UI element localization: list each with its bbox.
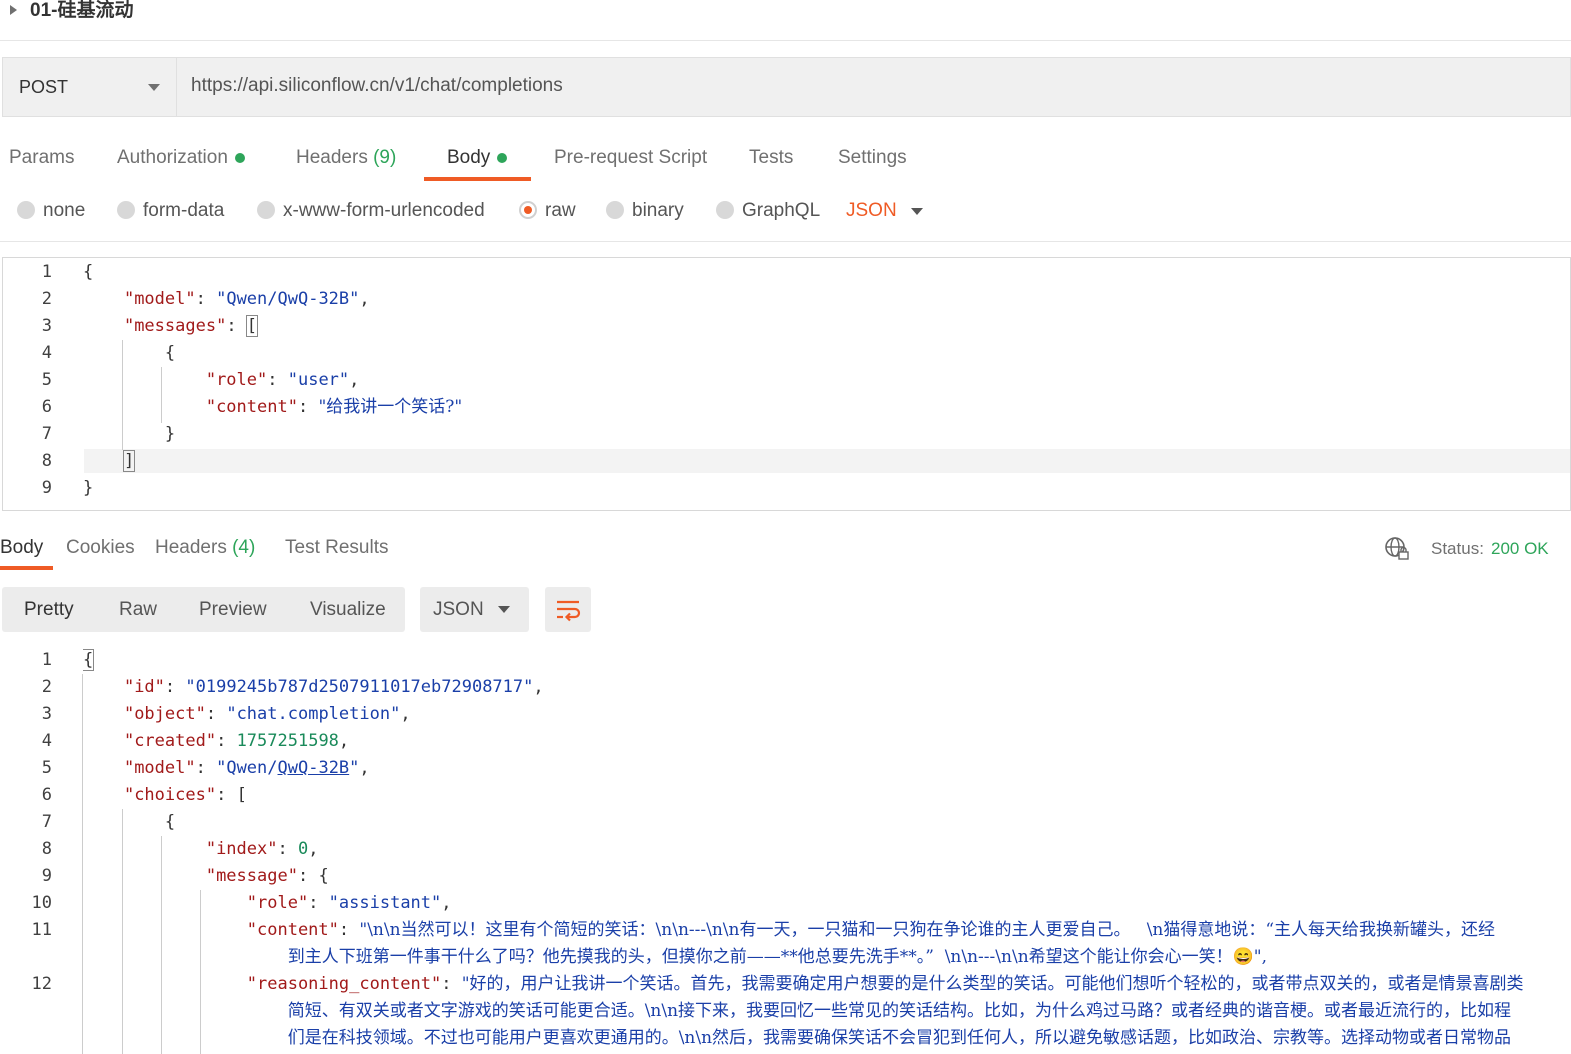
radio-raw-label: raw xyxy=(545,200,576,221)
radio-circle-icon xyxy=(17,201,35,219)
radio-circle-icon xyxy=(606,201,624,219)
url-bar: POST https://api.siliconflow.cn/v1/chat/… xyxy=(2,57,1571,117)
raw-format-select[interactable]: JSON xyxy=(846,200,897,222)
radio-form-data-label: form-data xyxy=(143,200,225,221)
radio-binary[interactable]: binary xyxy=(606,200,684,222)
wrap-lines-button[interactable] xyxy=(545,587,591,632)
tab-body[interactable]: Body xyxy=(447,147,508,169)
headers-count: (9) xyxy=(373,147,397,168)
chevron-down-icon xyxy=(498,606,510,613)
globe-lock-icon[interactable] xyxy=(1384,536,1410,562)
view-preview[interactable]: Preview xyxy=(199,599,267,621)
radio-selected-icon xyxy=(519,201,537,219)
active-tab-indicator xyxy=(424,177,531,181)
response-line-numbers: 1 2 3 4 5 6 7 8 9 10 11 12 xyxy=(31,650,52,994)
view-raw[interactable]: Raw xyxy=(119,599,157,621)
radio-urlencoded-label: x-www-form-urlencoded xyxy=(283,200,485,221)
divider xyxy=(0,241,1571,242)
status-label: Status: xyxy=(1431,539,1484,558)
tab-body-label: Body xyxy=(447,147,491,168)
radio-graphql-label: GraphQL xyxy=(742,200,821,221)
tab-tests[interactable]: Tests xyxy=(749,147,793,169)
request-line-numbers: 123456789 xyxy=(41,262,52,498)
radio-urlencoded[interactable]: x-www-form-urlencoded xyxy=(257,200,485,222)
radio-form-data[interactable]: form-data xyxy=(117,200,224,222)
tab-params[interactable]: Params xyxy=(9,147,74,169)
response-view-toggle: Pretty Raw Preview Visualize xyxy=(2,587,405,632)
response-body-code[interactable]: { "id": "0199245b787d2507911017eb7290871… xyxy=(83,647,1571,1052)
tab-headers-label: Headers xyxy=(296,147,368,168)
radio-binary-label: binary xyxy=(632,200,684,221)
tab-prerequest-script[interactable]: Pre-request Script xyxy=(554,147,707,169)
response-format-select[interactable]: JSON xyxy=(420,587,529,632)
request-title-row: 01-硅基流动 xyxy=(0,0,1571,41)
radio-none-label: none xyxy=(43,200,86,221)
status-value[interactable]: 200 OK xyxy=(1491,539,1549,559)
status-dot-icon xyxy=(234,152,245,163)
active-tab-indicator xyxy=(0,566,53,570)
chevron-down-icon xyxy=(148,84,160,91)
response-tab-cookies[interactable]: Cookies xyxy=(66,537,135,559)
response-tab-headers-label: Headers xyxy=(155,537,227,558)
response-tab-body[interactable]: Body xyxy=(0,537,43,559)
wrap-lines-icon xyxy=(557,600,581,622)
radio-circle-icon xyxy=(117,201,135,219)
response-tab-headers[interactable]: Headers (4) xyxy=(155,537,255,559)
tab-authorization-label: Authorization xyxy=(117,147,228,168)
radio-graphql[interactable]: GraphQL xyxy=(716,200,820,222)
request-name[interactable]: 01-硅基流动 xyxy=(30,0,133,22)
url-input[interactable]: https://api.siliconflow.cn/v1/chat/compl… xyxy=(191,75,563,97)
response-format-label: JSON xyxy=(433,599,484,620)
radio-none[interactable]: none xyxy=(17,200,85,222)
chevron-down-icon[interactable] xyxy=(911,208,923,215)
radio-circle-icon xyxy=(716,201,734,219)
method-label: POST xyxy=(19,77,69,97)
radio-circle-icon xyxy=(257,201,275,219)
tab-headers[interactable]: Headers (9) xyxy=(296,147,396,169)
radio-raw[interactable]: raw xyxy=(519,200,576,222)
method-select[interactable]: POST xyxy=(3,58,177,116)
response-tab-test-results[interactable]: Test Results xyxy=(285,537,388,559)
view-pretty[interactable]: Pretty xyxy=(24,599,74,621)
view-visualize[interactable]: Visualize xyxy=(310,599,386,621)
expand-caret-icon[interactable] xyxy=(10,5,17,15)
response-headers-count: (4) xyxy=(232,537,256,558)
tab-authorization[interactable]: Authorization xyxy=(117,147,245,169)
tab-settings[interactable]: Settings xyxy=(838,147,907,169)
request-body-code[interactable]: { "model": "Qwen/QwQ-32B", "messages": [… xyxy=(83,259,462,502)
status-dot-icon xyxy=(497,152,508,163)
